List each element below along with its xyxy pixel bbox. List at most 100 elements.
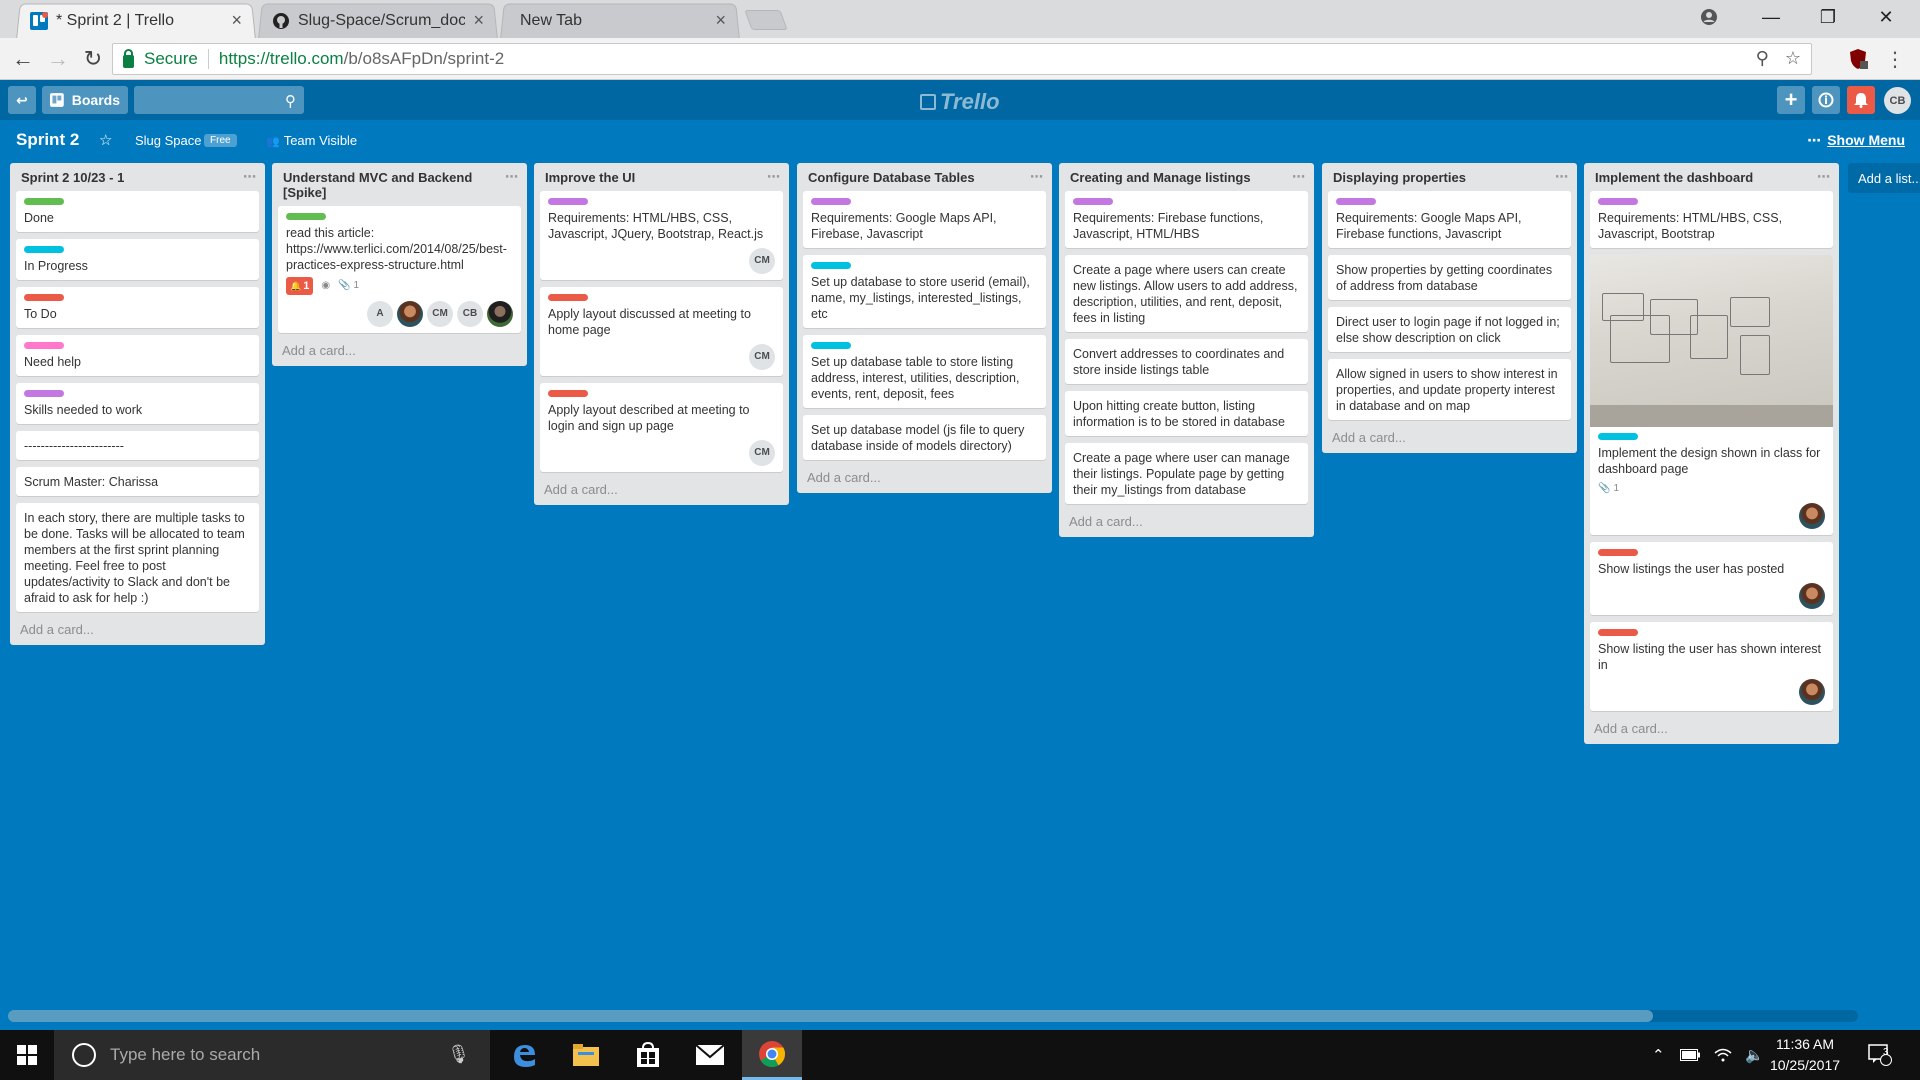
card-label-sky[interactable] xyxy=(811,262,851,269)
list-sprint-2-10-23-1[interactable]: Sprint 2 10/23 - 1 ⋯ Done In Progress To Do N… xyxy=(10,163,265,645)
tab-close-icon[interactable]: × xyxy=(473,10,484,31)
minimize-icon[interactable]: — xyxy=(1743,0,1799,34)
tab-new-tab[interactable]: New Tab × xyxy=(500,3,740,39)
bookmark-star-icon[interactable]: ☆ xyxy=(1785,48,1801,69)
card[interactable]: Direct user to login page if not logged … xyxy=(1328,307,1571,352)
member-avatar-initials[interactable]: CM xyxy=(749,440,775,466)
member-avatar-initials[interactable]: CM xyxy=(427,301,453,327)
close-window-icon[interactable]: ✕ xyxy=(1858,0,1914,34)
star-icon[interactable]: ☆ xyxy=(99,131,112,149)
card[interactable]: In Progress xyxy=(16,239,259,280)
card[interactable]: Requirements: Google Maps API, Firebase,… xyxy=(803,191,1046,248)
horizontal-scrollbar[interactable] xyxy=(8,1010,1858,1022)
info-icon[interactable] xyxy=(1812,86,1840,114)
chrome-menu-icon[interactable]: ⋮ xyxy=(1882,46,1908,72)
member-avatar-photo[interactable] xyxy=(487,301,513,327)
tab-close-icon[interactable]: × xyxy=(231,10,242,31)
member-avatar-initials[interactable]: CB xyxy=(457,301,483,327)
scrollbar-thumb[interactable] xyxy=(8,1010,1653,1022)
list-header[interactable]: Configure Database Tables ⋯ xyxy=(803,163,1046,191)
edge-icon[interactable] xyxy=(494,1030,554,1080)
action-center-icon[interactable]: 3 xyxy=(1868,1030,1892,1080)
card-label-red[interactable] xyxy=(548,294,588,301)
card[interactable]: Scrum Master: Charissa xyxy=(16,467,259,496)
card-label-purple[interactable] xyxy=(1336,198,1376,205)
back-icon[interactable]: ← xyxy=(8,44,38,74)
list-header[interactable]: Creating and Manage listings ⋯ xyxy=(1065,163,1308,191)
chrome-icon[interactable] xyxy=(742,1030,802,1080)
card[interactable]: Skills needed to work xyxy=(16,383,259,424)
card[interactable]: Apply layout discussed at meeting to hom… xyxy=(540,287,783,376)
member-avatar-photo[interactable] xyxy=(1799,583,1825,609)
card-label-red[interactable] xyxy=(1598,549,1638,556)
list-creating-and-manage-listings[interactable]: Creating and Manage listings ⋯ Requirement… xyxy=(1059,163,1314,537)
add-card-button[interactable]: Add a card... xyxy=(540,479,783,497)
card-label-purple[interactable] xyxy=(24,390,64,397)
card[interactable]: ------------------------ xyxy=(16,431,259,460)
team-name[interactable]: Slug Space xyxy=(135,133,202,148)
card[interactable]: To Do xyxy=(16,287,259,328)
card-label-sky[interactable] xyxy=(811,342,851,349)
list-menu-icon[interactable]: ⋯ xyxy=(505,169,519,184)
card[interactable]: Create a page where user can manage thei… xyxy=(1065,443,1308,504)
list-menu-icon[interactable]: ⋯ xyxy=(1817,169,1831,184)
list-menu-icon[interactable]: ⋯ xyxy=(1292,169,1306,184)
card[interactable]: Set up database table to store listing a… xyxy=(803,335,1046,408)
list-menu-icon[interactable]: ⋯ xyxy=(243,169,257,184)
card[interactable]: Need help xyxy=(16,335,259,376)
card-label-red[interactable] xyxy=(548,390,588,397)
card-label-green[interactable] xyxy=(24,198,64,205)
list-header[interactable]: Implement the dashboard ⋯ xyxy=(1590,163,1833,191)
card[interactable]: In each story, there are multiple tasks … xyxy=(16,503,259,612)
card-label-purple[interactable] xyxy=(1073,198,1113,205)
show-hidden-icons-icon[interactable]: ⌃ xyxy=(1652,1030,1665,1080)
list-menu-icon[interactable]: ⋯ xyxy=(1555,169,1569,184)
list-header[interactable]: Displaying properties ⋯ xyxy=(1328,163,1571,191)
start-button[interactable] xyxy=(0,1030,54,1080)
file-explorer-icon[interactable] xyxy=(556,1030,616,1080)
list-understand-mvc-and-backend-spike[interactable]: Understand MVC and Backend [Spike] ⋯ read … xyxy=(272,163,527,366)
address-bar[interactable]: Secure https://trello.com/b/o8sAFpDn/spr… xyxy=(112,43,1812,75)
card-label-red[interactable] xyxy=(1598,629,1638,636)
list-header[interactable]: Improve the UI ⋯ xyxy=(540,163,783,191)
store-icon[interactable] xyxy=(618,1030,678,1080)
card-label-pink[interactable] xyxy=(24,342,64,349)
add-list-button[interactable]: Add a list... xyxy=(1848,163,1920,193)
add-card-button[interactable]: Add a card... xyxy=(1328,427,1571,445)
show-menu-button[interactable]: ⋯ Show Menu xyxy=(1807,132,1905,149)
list-menu-icon[interactable]: ⋯ xyxy=(1030,169,1044,184)
notification-bell-icon[interactable] xyxy=(1847,86,1875,114)
list-implement-the-dashboard[interactable]: Implement the dashboard ⋯ Requirements: HT… xyxy=(1584,163,1839,744)
card[interactable]: Requirements: HTML/HBS, CSS, Javascript,… xyxy=(1590,191,1833,248)
zoom-icon[interactable]: ⚲ xyxy=(1756,48,1769,69)
boards-button[interactable]: Boards xyxy=(42,86,128,114)
card-label-purple[interactable] xyxy=(1598,198,1638,205)
card[interactable]: Requirements: Google Maps API, Firebase … xyxy=(1328,191,1571,248)
card[interactable]: Upon hitting create button, listing info… xyxy=(1065,391,1308,436)
new-tab-button[interactable] xyxy=(744,10,788,30)
restore-icon[interactable]: ❐ xyxy=(1800,0,1856,34)
card-label-sky[interactable] xyxy=(1598,433,1638,440)
card[interactable]: Set up database model (js file to query … xyxy=(803,415,1046,460)
board-search-input[interactable]: ⚲ xyxy=(134,86,304,114)
profile-icon[interactable] xyxy=(1681,0,1737,34)
microphone-icon[interactable]: 🎙 xyxy=(447,1044,470,1065)
create-plus-icon[interactable]: + xyxy=(1777,86,1805,114)
battery-icon[interactable] xyxy=(1680,1030,1700,1080)
ublock-extension-icon[interactable] xyxy=(1845,46,1871,72)
card[interactable]: Apply layout described at meeting to log… xyxy=(540,383,783,472)
card[interactable]: Show properties by getting coordinates o… xyxy=(1328,255,1571,300)
forward-icon[interactable]: → xyxy=(43,44,73,74)
list-header[interactable]: Sprint 2 10/23 - 1 ⋯ xyxy=(16,163,259,191)
member-avatar-photo[interactable] xyxy=(397,301,423,327)
add-card-button[interactable]: Add a card... xyxy=(278,340,521,358)
tab-github[interactable]: Slug-Space/Scrum_docs × xyxy=(258,3,498,39)
member-avatar-initials[interactable]: CM xyxy=(749,248,775,274)
card-label-sky[interactable] xyxy=(24,246,64,253)
reload-icon[interactable]: ↻ xyxy=(78,44,108,74)
card[interactable]: Requirements: HTML/HBS, CSS, Javascript,… xyxy=(540,191,783,280)
add-card-button[interactable]: Add a card... xyxy=(1590,718,1833,736)
card[interactable]: Requirements: Firebase functions, Javasc… xyxy=(1065,191,1308,248)
card[interactable]: Show listings the user has posted xyxy=(1590,542,1833,615)
list-configure-database-tables[interactable]: Configure Database Tables ⋯ Requirements: … xyxy=(797,163,1052,493)
